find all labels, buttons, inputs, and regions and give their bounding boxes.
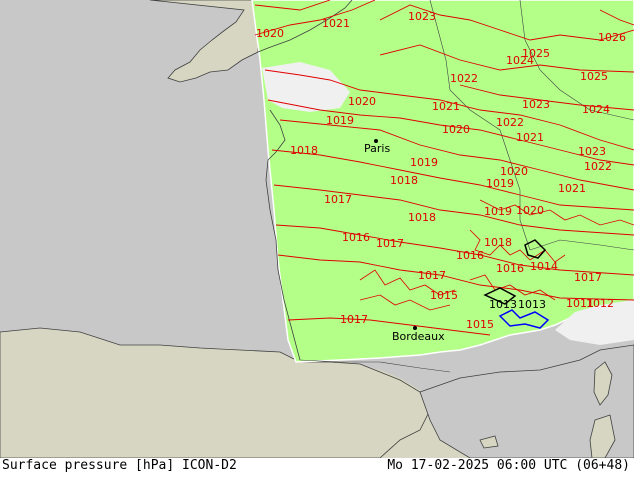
isobar-label: 1021 — [558, 182, 586, 195]
weather-map-frame: Paris Bordeaux 1020 1021 1023 1026 1025 … — [0, 0, 634, 490]
isobar-label: 1023 — [522, 98, 550, 111]
isobar-label: 1020 — [256, 27, 284, 40]
isobar-label: 1023 — [578, 145, 606, 158]
isobar-label: 1017 — [574, 271, 602, 284]
city-label-paris: Paris — [364, 142, 390, 155]
isobar-label: 1018 — [390, 174, 418, 187]
isobar-label: 1019 — [410, 156, 438, 169]
isobar-label: 1021 — [432, 100, 460, 113]
isobar-label: 1015 — [430, 289, 458, 302]
isobar-label: 1018 — [290, 144, 318, 157]
isobar-label: 1017 — [418, 269, 446, 282]
isobar-label: 1019 — [486, 177, 514, 190]
isobar-label: 1016 — [456, 249, 484, 262]
pressure-map: Paris Bordeaux 1020 1021 1023 1026 1025 … — [0, 0, 634, 458]
isobar-label: 1022 — [584, 160, 612, 173]
isobar-label: 1017 — [376, 237, 404, 250]
isobar-label: 1019 — [484, 205, 512, 218]
isobar-label: 1024 — [506, 54, 534, 67]
isobar-label: 1017 — [340, 313, 368, 326]
isobar-label: 1021 — [516, 131, 544, 144]
isobar-label: 1014 — [530, 260, 558, 273]
map-footer: Surface pressure [hPa] ICON-D2 Mo 17-02-… — [0, 458, 634, 490]
isobar-label: 1021 — [322, 17, 350, 30]
isobar-label: 1012 — [586, 297, 614, 310]
isobar-label: 1026 — [598, 31, 626, 44]
isobar-label: 1020 — [348, 95, 376, 108]
map-title: Surface pressure [hPa] ICON-D2 — [2, 458, 237, 473]
isobar-label: 1025 — [580, 70, 608, 83]
isobar-label: 1023 — [408, 10, 436, 23]
isobar-label: 1018 — [484, 236, 512, 249]
isobar-label: 1020 — [442, 123, 470, 136]
isobar-label: 1013 — [489, 298, 517, 311]
isobar-label: 1022 — [496, 116, 524, 129]
isobar-label: 1017 — [324, 193, 352, 206]
isobar-label: 1015 — [466, 318, 494, 331]
isobar-label: 1020 — [516, 204, 544, 217]
isobar-label: 1018 — [408, 211, 436, 224]
isobar-label: 1016 — [496, 262, 524, 275]
isobar-label: 1016 — [342, 231, 370, 244]
isobar-label: 1024 — [582, 103, 610, 116]
isobar-label: 1022 — [450, 72, 478, 85]
city-label-bordeaux: Bordeaux — [392, 330, 445, 343]
city-paris: Paris — [364, 139, 390, 155]
isobar-label: 1019 — [326, 114, 354, 127]
map-datetime: Mo 17-02-2025 06:00 UTC (06+48) — [387, 458, 630, 473]
isobar-label: 1013 — [518, 298, 546, 311]
